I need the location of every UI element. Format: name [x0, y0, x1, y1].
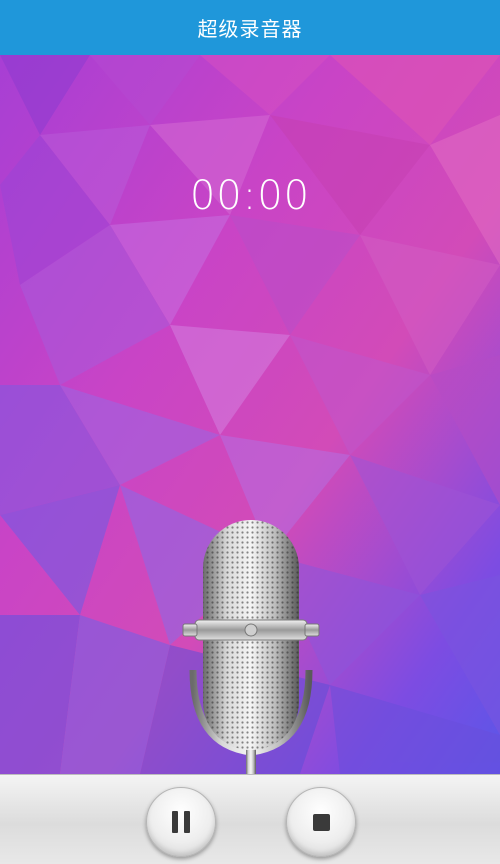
- control-bar: [0, 774, 500, 864]
- app-title: 超级录音器: [197, 17, 303, 41]
- stop-button[interactable]: [286, 787, 356, 857]
- pause-bar-right: [184, 811, 190, 833]
- pause-button[interactable]: [146, 787, 216, 857]
- microphone-icon: [182, 520, 320, 774]
- recording-stage: 00:00: [0, 55, 500, 774]
- recording-timer: 00:00: [189, 173, 311, 219]
- pause-bar-left: [172, 811, 178, 833]
- pause-icon: [172, 811, 190, 833]
- title-bar: 超级录音器: [0, 0, 500, 55]
- stop-icon: [312, 813, 330, 831]
